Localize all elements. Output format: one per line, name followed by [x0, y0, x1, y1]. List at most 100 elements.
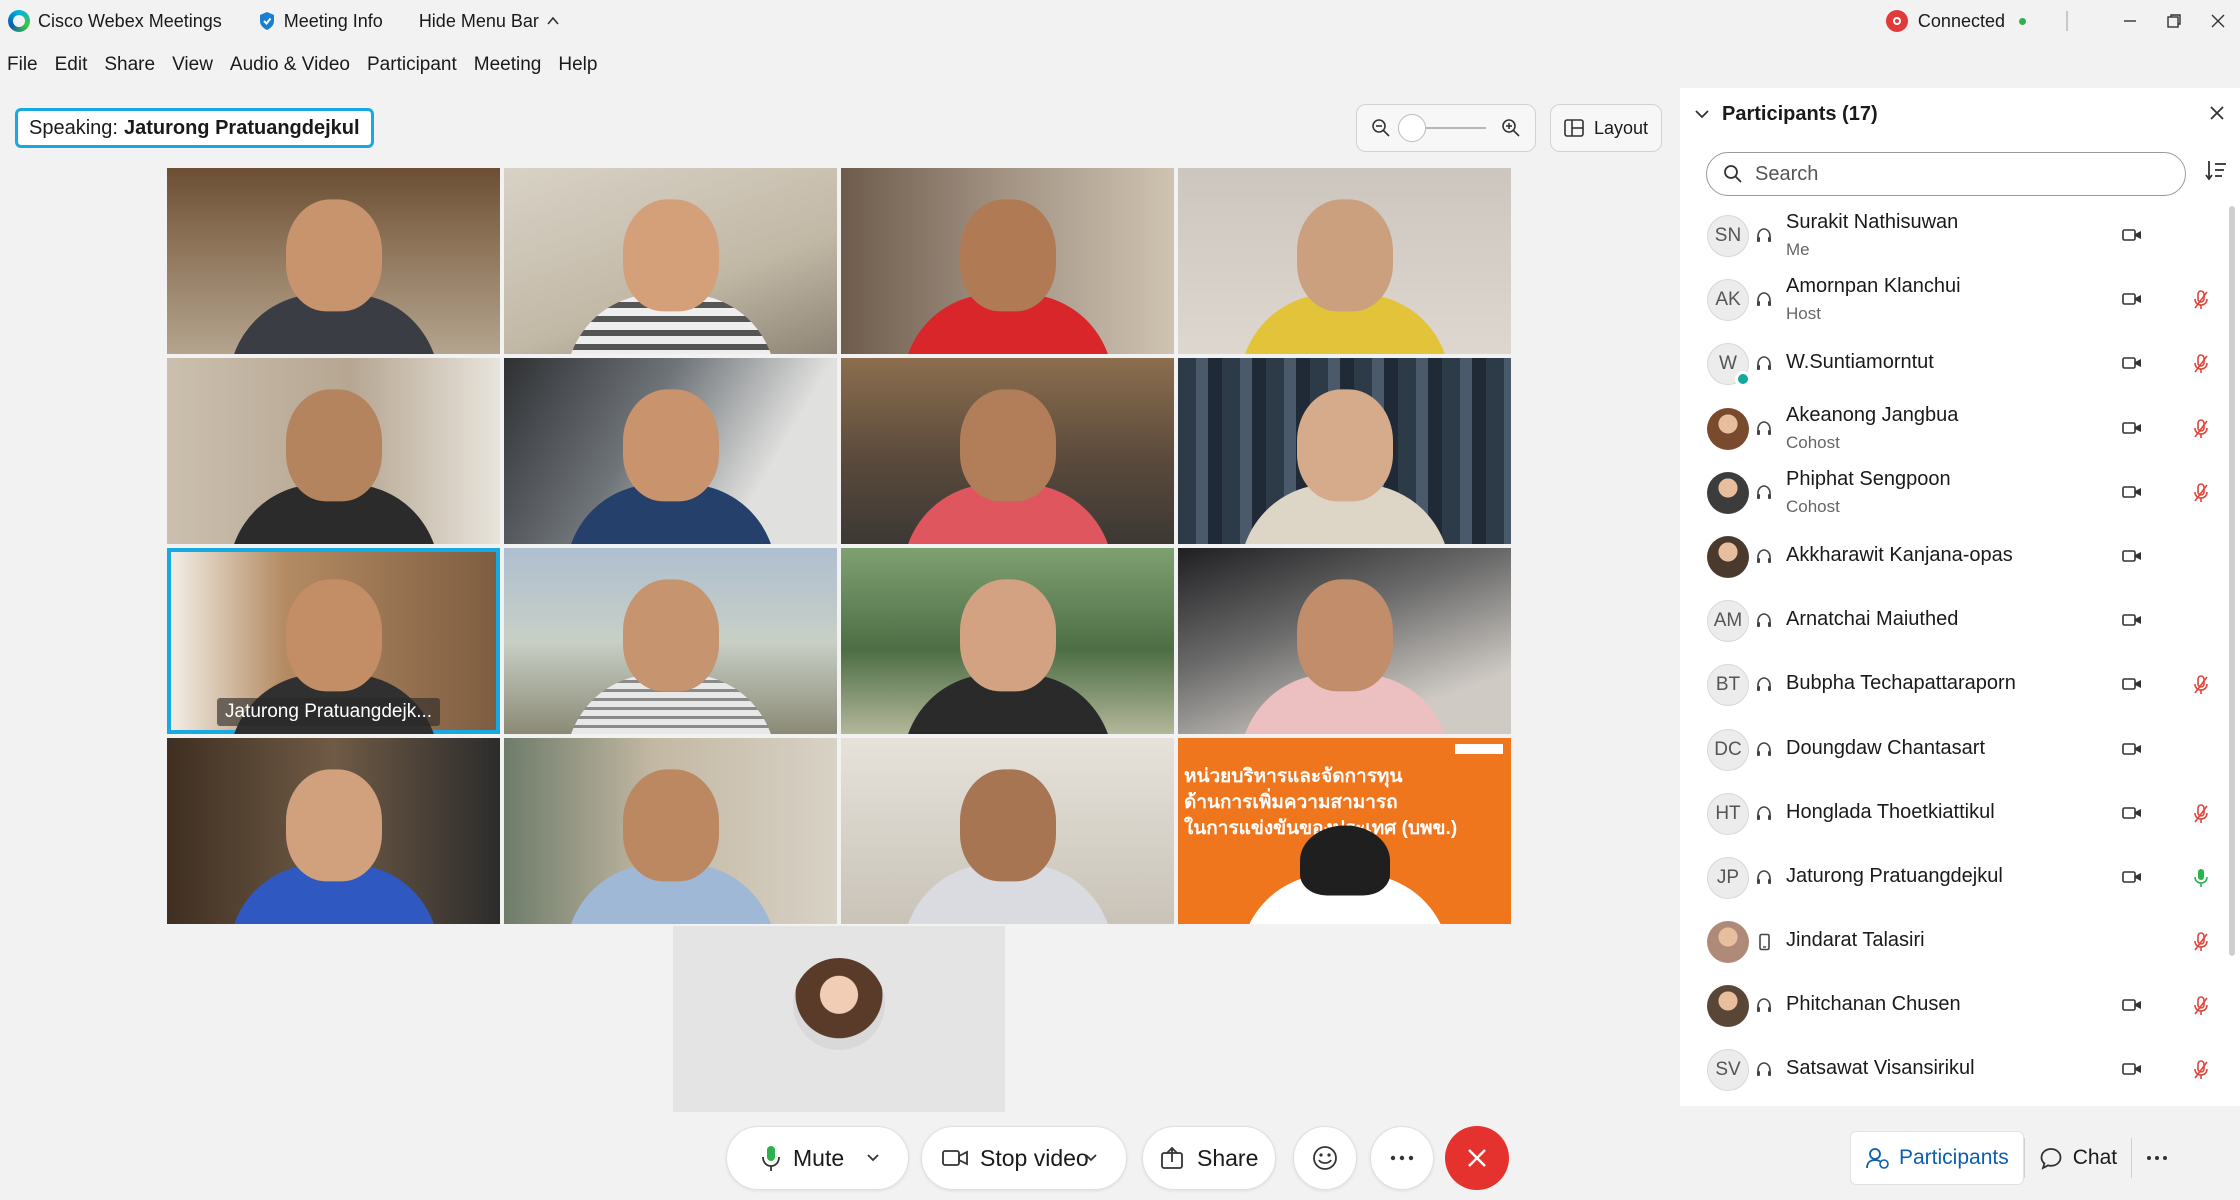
self-avatar [793, 958, 885, 1050]
participant-search-input[interactable]: Search [1706, 152, 2186, 196]
chat-tab[interactable]: Chat [2025, 1131, 2131, 1185]
microphone-active-icon[interactable] [2193, 867, 2209, 889]
participant-list: SN Surakit Nathisuwan Me AK Amornpan Klanchu… [1680, 204, 2228, 1103]
menu-meeting[interactable]: Meeting [474, 54, 542, 76]
microphone-muted-icon[interactable] [2193, 803, 2209, 825]
zoom-in-icon[interactable] [1501, 118, 1521, 138]
microphone-muted-icon[interactable] [2193, 353, 2209, 375]
chevron-down-icon[interactable] [1694, 106, 1710, 122]
participant-name: Honglada Thoetkiattikul [1786, 800, 1995, 823]
microphone-muted-icon[interactable] [2193, 289, 2209, 311]
chevron-down-icon[interactable] [866, 1151, 880, 1165]
self-view[interactable] [673, 926, 1005, 1112]
video-camera-icon[interactable] [2122, 805, 2142, 821]
video-tile[interactable] [167, 168, 500, 354]
video-camera-icon[interactable] [2122, 355, 2142, 371]
microphone-muted-icon[interactable] [2193, 674, 2209, 696]
video-tile[interactable] [504, 548, 837, 734]
shared-slide-tile[interactable]: หน่วยบริหารและจัดการทุน ด้านการเพิ่มความ… [1178, 738, 1511, 924]
participant-row[interactable]: JP Jaturong Pratuangdejkul [1680, 846, 2228, 910]
video-camera-icon[interactable] [2122, 997, 2142, 1013]
close-window-button[interactable] [2196, 0, 2240, 42]
video-participant-face [959, 389, 1056, 502]
video-tile[interactable] [504, 358, 837, 544]
video-camera-icon[interactable] [2122, 741, 2142, 757]
menu-view[interactable]: View [172, 54, 213, 76]
headset-icon [1757, 549, 1771, 563]
participant-row[interactable]: Phitchanan Chusen [1680, 974, 2228, 1038]
microphone-muted-icon[interactable] [2193, 482, 2209, 504]
minimize-button[interactable] [2108, 0, 2152, 42]
participants-tab[interactable]: Participants [1850, 1131, 2024, 1185]
end-meeting-button[interactable] [1445, 1126, 1509, 1190]
close-panel-icon[interactable] [2206, 102, 2228, 124]
more-options-button[interactable] [1370, 1126, 1434, 1190]
video-participant-face [622, 769, 719, 882]
participant-row[interactable]: Akkharawit Kanjana-opas [1680, 525, 2228, 589]
participant-row[interactable]: SN Surakit Nathisuwan Me [1680, 204, 2228, 268]
video-camera-icon[interactable] [2122, 548, 2142, 564]
participant-row[interactable]: BT Bubpha Techapattaraporn [1680, 653, 2228, 717]
stop-video-button[interactable]: Stop video [921, 1126, 1127, 1190]
video-camera-icon[interactable] [2122, 676, 2142, 692]
participant-row[interactable]: SV Satsawat Visansirikul [1680, 1038, 2228, 1102]
menu-edit[interactable]: Edit [55, 54, 88, 76]
video-tile[interactable] [504, 168, 837, 354]
video-camera-icon[interactable] [2122, 227, 2142, 243]
video-camera-icon[interactable] [2122, 1061, 2142, 1077]
chevron-down-icon[interactable] [1084, 1151, 1098, 1165]
hide-menu-bar-button[interactable]: Hide Menu Bar [419, 11, 559, 32]
video-camera-icon[interactable] [2122, 420, 2142, 436]
video-camera-icon[interactable] [2122, 612, 2142, 628]
video-tile[interactable] [504, 738, 837, 924]
participant-row[interactable]: W W.Suntiamorntut [1680, 332, 2228, 396]
avatar: AM [1707, 600, 1749, 643]
video-tile[interactable] [841, 168, 1174, 354]
sort-icon[interactable] [2204, 158, 2228, 182]
share-button[interactable]: Share [1142, 1126, 1276, 1190]
video-tile[interactable] [841, 358, 1174, 544]
microphone-muted-icon[interactable] [2193, 418, 2209, 440]
video-tile[interactable] [167, 358, 500, 544]
video-tile[interactable] [167, 738, 500, 924]
video-camera-icon[interactable] [2122, 869, 2142, 885]
video-camera-icon[interactable] [2122, 291, 2142, 307]
participant-row[interactable]: Phiphat Sengpoon Cohost [1680, 461, 2228, 525]
participant-row[interactable]: AK Amornpan Klanchui Host [1680, 268, 2228, 332]
active-speaker-tile[interactable]: Jaturong Pratuangdejk... [167, 548, 500, 734]
participant-list-scrollbar[interactable] [2229, 206, 2235, 956]
zoom-slider[interactable] [1398, 114, 1486, 142]
participant-row[interactable]: Akeanong Jangbua Cohost [1680, 397, 2228, 461]
participant-row[interactable]: HT Honglada Thoetkiattikul [1680, 782, 2228, 846]
video-tile[interactable] [1178, 168, 1511, 354]
participant-row[interactable]: AM Arnatchai Maiuthed [1680, 589, 2228, 653]
menu-participant[interactable]: Participant [367, 54, 457, 76]
microphone-muted-icon[interactable] [2193, 1059, 2209, 1081]
microphone-muted-icon[interactable] [2193, 931, 2209, 953]
meeting-info-button[interactable]: Meeting Info [258, 11, 383, 32]
mute-button[interactable]: Mute [726, 1126, 909, 1190]
video-tile[interactable] [1178, 548, 1511, 734]
menu-share[interactable]: Share [104, 54, 155, 76]
menu-audio-video[interactable]: Audio & Video [230, 54, 350, 76]
more-panels-button[interactable] [2132, 1131, 2182, 1185]
video-tile[interactable] [1178, 358, 1511, 544]
reactions-button[interactable] [1293, 1126, 1357, 1190]
video-tile[interactable] [841, 548, 1174, 734]
participant-name: Doungdaw Chantasart [1786, 736, 1986, 759]
menu-file[interactable]: File [7, 54, 38, 76]
recording-icon[interactable] [1885, 10, 1908, 32]
video-tile[interactable] [841, 738, 1174, 924]
layout-button[interactable]: Layout [1550, 104, 1662, 152]
restore-button[interactable] [2152, 0, 2196, 42]
participant-row[interactable]: DC Doungdaw Chantasart [1680, 718, 2228, 782]
participants-panel-header[interactable]: Participants (17) [1680, 88, 2240, 140]
zoom-out-icon[interactable] [1371, 118, 1391, 138]
microphone-muted-icon[interactable] [2193, 995, 2209, 1017]
participant-row[interactable]: Jindarat Talasiri [1680, 910, 2228, 974]
video-camera-icon[interactable] [2122, 484, 2142, 500]
avatar: SV [1707, 1049, 1749, 1092]
zoom-slider-handle[interactable] [1398, 114, 1426, 142]
participant-name: Bubpha Techapattaraporn [1786, 672, 2016, 695]
menu-help[interactable]: Help [558, 54, 597, 76]
